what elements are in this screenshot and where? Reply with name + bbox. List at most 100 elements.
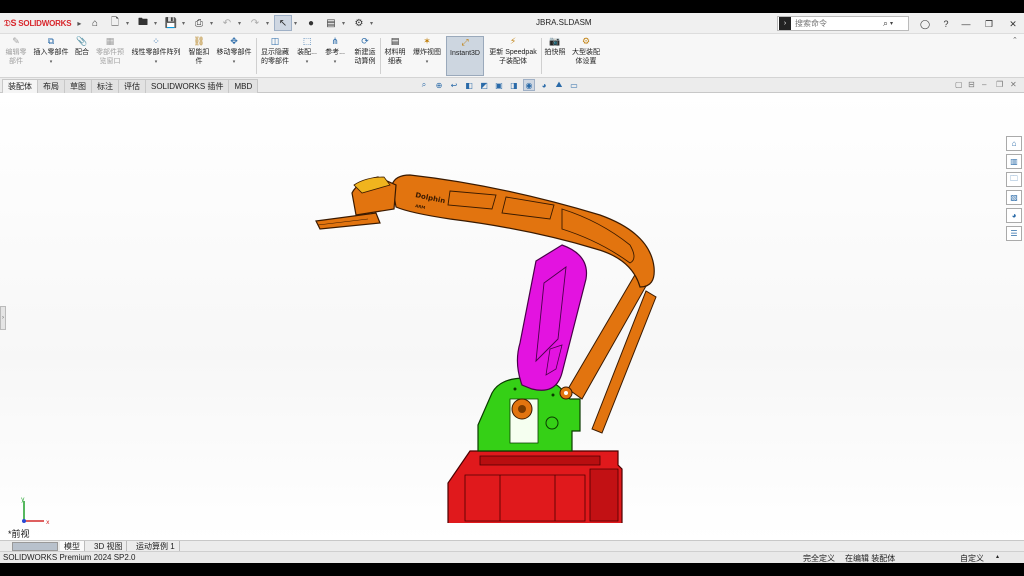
reference-geometry-button[interactable]: ⋔ 参考... ▾ [323, 36, 347, 67]
instant3d-button[interactable]: ⤢ Instant3D [446, 36, 484, 76]
tab-mbd[interactable]: MBD [228, 79, 259, 93]
chevron-down-icon[interactable]: ▾ [266, 20, 272, 27]
linear-pattern-button[interactable]: ⁘ 线性零部件阵列 ▾ [129, 36, 183, 67]
save-icon[interactable]: 💾 [162, 15, 180, 31]
edit-appearance-icon[interactable]: ◕ [538, 79, 550, 91]
insert-components-button[interactable]: ⧉ 插入零部件 ▾ [31, 36, 71, 67]
select-arrow-icon[interactable]: ↖ [274, 15, 292, 31]
minimize-icon[interactable]: — [959, 17, 973, 31]
zoom-to-fit-icon[interactable]: ⌕ [418, 79, 430, 91]
hide-show-items-icon[interactable]: ◉ [523, 79, 535, 91]
take-snapshot-button[interactable]: 📷 拍快照 [543, 36, 567, 57]
feature-manager-toggle[interactable]: › [0, 306, 6, 330]
edit-component-icon: ✎ [12, 36, 20, 46]
chevron-down-icon[interactable]: ▾ [233, 58, 236, 67]
tab-markup[interactable]: 标注 [91, 79, 119, 93]
chevron-down-icon[interactable]: ▾ [126, 20, 132, 27]
svg-text:y: y [21, 497, 25, 503]
help-icon[interactable]: ? [939, 17, 953, 31]
tab-navigation-arrows[interactable] [12, 542, 58, 551]
robot-gripper[interactable] [315, 176, 397, 230]
viewport-close-icon[interactable]: ✕ [1010, 80, 1017, 89]
viewport-minimize-icon[interactable]: – [982, 80, 986, 89]
search-box[interactable]: › ⌕ ▾ [777, 16, 909, 31]
file-properties-icon[interactable]: ▤ [322, 15, 340, 31]
units-selector[interactable]: 自定义 [960, 553, 984, 563]
search-icon[interactable]: ⌕ [883, 18, 888, 29]
file-explorer-icon[interactable]: 🗀 [1006, 172, 1022, 187]
chevron-down-icon[interactable]: ▾ [294, 20, 300, 27]
home-icon[interactable]: ⌂ [86, 15, 104, 31]
graphics-area[interactable]: Dolphin ARM ⌂ ▥ 🗀 ▧ ◕ ☰ › x y *前视 [0, 93, 1024, 541]
robot-base[interactable] [447, 450, 623, 523]
chevron-down-icon[interactable]: ▾ [342, 20, 348, 27]
tab-layout[interactable]: 布局 [37, 79, 65, 93]
custom-properties-icon[interactable]: ☰ [1006, 226, 1022, 241]
video-frame: 𝔇S SOLIDWORKS ▸ ⌂ 🗋 ▾ 🖿 ▾ 💾 ▾ ⎙ ▾ ↶ ▾ ↷ ▾ ↖ ▾ ●… [0, 0, 1024, 576]
chevron-down-icon[interactable]: ▾ [890, 20, 893, 27]
view-settings-icon[interactable]: ▭ [568, 79, 580, 91]
view-palette-icon[interactable]: ▧ [1006, 190, 1022, 205]
dynamic-annotation-icon[interactable]: ◩ [478, 79, 490, 91]
options-gear-icon[interactable]: ⚙ [350, 15, 368, 31]
design-library-icon[interactable]: ▥ [1006, 154, 1022, 169]
user-account-icon[interactable]: ◯ [918, 17, 932, 31]
tab-evaluate[interactable]: 评估 [118, 79, 146, 93]
ribbon-expand-icon[interactable]: ⌃ [1012, 36, 1018, 44]
traffic-light-icon[interactable]: ● [302, 15, 320, 31]
robot-lower-arm[interactable] [516, 244, 588, 391]
display-style-icon[interactable]: ◨ [508, 79, 520, 91]
tab-sketch[interactable]: 草图 [64, 79, 92, 93]
edit-component-button[interactable]: ✎ 编辑零 部件 [3, 36, 29, 66]
tab-assembly[interactable]: 装配体 [2, 79, 38, 93]
close-icon[interactable]: ✕ [1006, 17, 1020, 31]
bill-of-materials-button[interactable]: ▤ 材料明 细表 [382, 36, 408, 66]
redo-icon[interactable]: ↷ [246, 15, 264, 31]
solidworks-window: 𝔇S SOLIDWORKS ▸ ⌂ 🗋 ▾ 🖿 ▾ 💾 ▾ ⎙ ▾ ↶ ▾ ↷ ▾ ↖ ▾ ●… [0, 13, 1024, 563]
solidworks-resources-icon[interactable]: ⌂ [1006, 136, 1022, 151]
print-icon[interactable]: ⎙ [190, 15, 208, 31]
chevron-down-icon[interactable]: ▾ [154, 20, 160, 27]
component-preview-window-button[interactable]: ▦ 零部件预 览窗口 [94, 36, 126, 66]
search-input[interactable] [791, 19, 881, 28]
restore-icon[interactable]: ❐ [982, 17, 996, 31]
chevron-down-icon[interactable]: ▾ [210, 20, 216, 27]
appearances-icon[interactable]: ◕ [1006, 208, 1022, 223]
open-folder-icon[interactable]: 🖿 [134, 15, 152, 31]
viewport-maximize-icon[interactable]: ❐ [996, 80, 1003, 89]
assembly-features-button[interactable]: ⬚ 装配... ▾ [295, 36, 319, 67]
section-view-icon[interactable]: ◧ [463, 79, 475, 91]
chevron-down-icon[interactable]: ▾ [334, 58, 337, 67]
mate-button[interactable]: 📎 配合 [72, 36, 92, 57]
chevron-down-icon[interactable]: ▾ [50, 58, 53, 67]
chevron-down-icon[interactable]: ▾ [238, 20, 244, 27]
chevron-up-icon[interactable]: ▴ [996, 553, 999, 560]
document-title: JBRA.SLDASM [536, 18, 592, 27]
chevron-down-icon[interactable]: ▾ [155, 58, 158, 67]
robot-arm-model[interactable]: Dolphin ARM [300, 163, 670, 523]
menu-arrow-icon[interactable]: ▸ [77, 19, 81, 28]
chevron-down-icon[interactable]: ▾ [426, 58, 429, 67]
view-orientation-icon[interactable]: ▣ [493, 79, 505, 91]
solidworks-logo[interactable]: 𝔇S SOLIDWORKS ▸ [0, 18, 81, 29]
undo-icon[interactable]: ↶ [218, 15, 236, 31]
chevron-down-icon[interactable]: ▾ [306, 58, 309, 67]
apply-scene-icon[interactable]: ⛰ [553, 79, 565, 91]
viewport-tile-icon[interactable]: ⊟ [968, 80, 975, 89]
robot-upper-arm[interactable]: Dolphin ARM [391, 174, 655, 288]
viewport-restore-icon[interactable]: ▢ [955, 80, 963, 89]
previous-view-icon[interactable]: ↩ [448, 79, 460, 91]
new-document-icon[interactable]: 🗋 [106, 15, 124, 31]
exploded-view-button[interactable]: ✶ 爆炸视图 ▾ [410, 36, 444, 67]
update-speedpak-button[interactable]: ⚡ 更新 Speedpak 子装配体 [487, 36, 539, 66]
tab-solidworks-addins[interactable]: SOLIDWORKS 插件 [145, 79, 230, 93]
chevron-down-icon[interactable]: ▾ [182, 20, 188, 27]
zoom-to-area-icon[interactable]: ⊕ [433, 79, 445, 91]
large-assembly-settings-button[interactable]: ⚙ 大型装配 体设置 [570, 36, 602, 66]
ribbon-divider [256, 38, 257, 74]
new-motion-study-button[interactable]: ⟳ 新建运 动算例 [351, 36, 379, 66]
move-component-button[interactable]: ✥ 移动零部件 ▾ [214, 36, 254, 67]
show-hidden-components-button[interactable]: ◫ 显示隐藏 的零部件 [258, 36, 292, 66]
chevron-down-icon[interactable]: ▾ [370, 20, 376, 27]
smart-fasteners-button[interactable]: ⛓ 智能扣 件 [186, 36, 212, 66]
